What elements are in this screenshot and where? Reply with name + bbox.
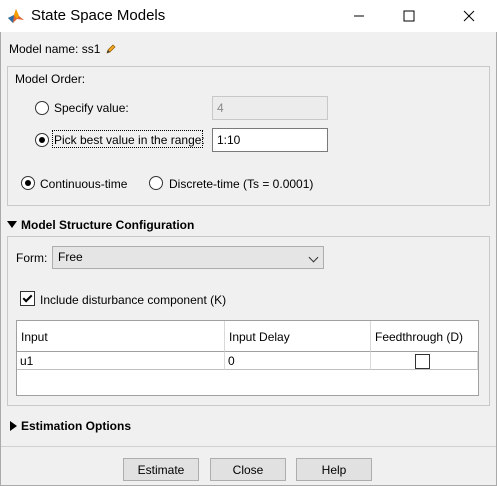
matlab-logo-icon [8,9,24,23]
disturbance-label[interactable]: Include disturbance component (K) [40,293,226,307]
pick-best-label[interactable]: Pick best value in the range: [54,133,205,147]
continuous-time-radio[interactable] [21,176,35,190]
continuous-time-label[interactable]: Continuous-time [40,177,127,191]
minimize-button[interactable] [336,0,382,32]
input-table: Input Input Delay Feedthrough (D) u1 0 [16,320,479,396]
discrete-time-label[interactable]: Discrete-time (Ts = 0.0001) [169,177,313,191]
window-title: State Space Models [31,7,166,24]
column-header-input[interactable]: Input [17,321,225,351]
discrete-time-radio[interactable] [149,176,163,190]
specify-value-radio[interactable] [35,101,49,115]
disturbance-checkbox[interactable] [20,291,35,306]
column-header-delay[interactable]: Input Delay [225,321,371,351]
pick-best-radio[interactable] [35,133,49,147]
help-button[interactable]: Help [296,458,372,481]
checkmark-icon [22,292,33,303]
pencil-icon[interactable] [105,43,117,55]
form-dropdown[interactable]: Free [52,246,324,269]
expand-arrow-icon[interactable] [10,421,17,431]
close-button[interactable]: Close [210,458,286,481]
specify-value-field: 4 [212,96,328,120]
maximize-icon [403,10,415,22]
minimize-icon [354,15,364,17]
structure-section-header[interactable]: Model Structure Configuration [21,218,194,232]
title-bar[interactable]: State Space Models [0,0,497,32]
close-window-button[interactable] [446,0,492,32]
feedthrough-checkbox[interactable] [415,354,430,369]
footer-separator [1,446,496,447]
model-name-label: Model name: ss1 [9,42,101,56]
chevron-down-icon [308,252,319,263]
range-field[interactable]: 1:10 [212,128,328,152]
estimation-options-header[interactable]: Estimation Options [21,419,131,433]
form-label: Form: [16,251,48,265]
table-cell-delay[interactable]: 0 [225,351,371,370]
model-order-label: Model Order: [15,72,86,86]
column-header-feedthrough[interactable]: Feedthrough (D) [371,321,478,351]
table-cell-input[interactable]: u1 [17,351,225,370]
estimate-button[interactable]: Estimate [123,458,199,481]
specify-value-label[interactable]: Specify value: [54,101,129,115]
close-icon [463,10,475,22]
collapse-arrow-icon[interactable] [7,221,17,228]
maximize-button[interactable] [386,0,432,32]
form-dropdown-value: Free [58,250,83,264]
table-cell-feedthrough [371,351,478,370]
